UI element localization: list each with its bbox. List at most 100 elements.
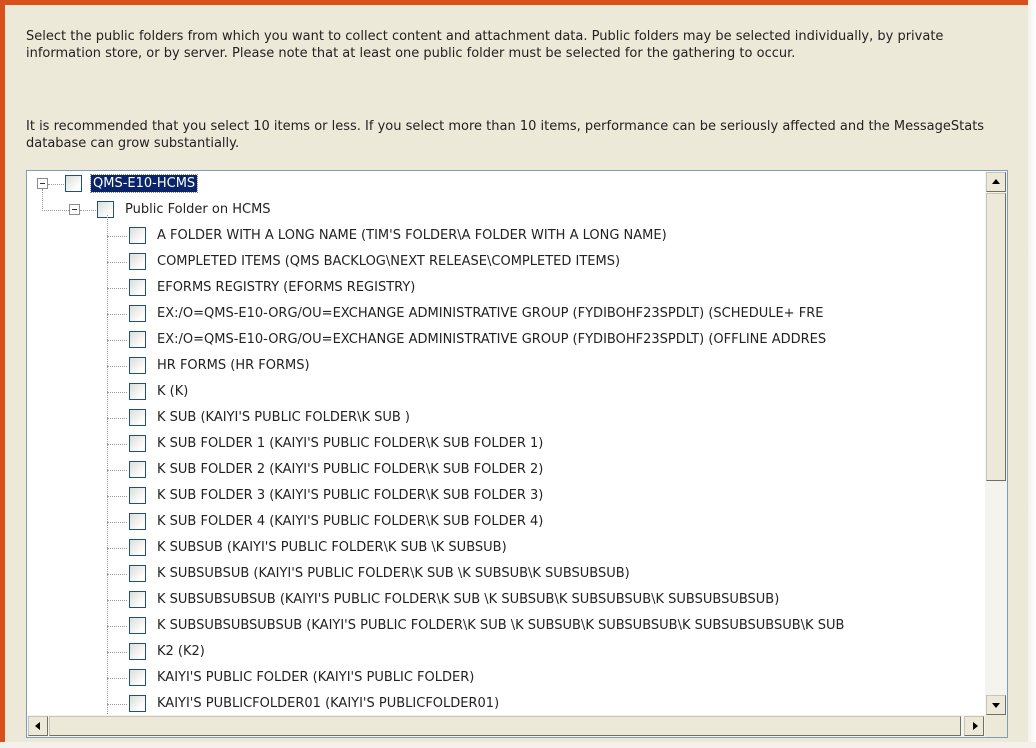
tree-connector bbox=[42, 210, 69, 211]
store-label[interactable]: Public Folder on HCMS bbox=[123, 201, 273, 218]
folder-label[interactable]: K SUBSUB (KAIYI'S PUBLIC FOLDER\K SUB \K… bbox=[155, 539, 509, 556]
tree-node-folder[interactable]: K SUB FOLDER 2 (KAIYI'S PUBLIC FOLDER\K … bbox=[27, 457, 985, 483]
folder-label[interactable]: EX:/O=QMS-E10-ORG/OU=EXCHANGE ADMINISTRA… bbox=[155, 331, 828, 348]
arrow-up-icon bbox=[992, 179, 1000, 184]
folder-checkbox[interactable] bbox=[129, 227, 146, 244]
tree-node-folder[interactable]: K SUB FOLDER 3 (KAIYI'S PUBLIC FOLDER\K … bbox=[27, 483, 985, 509]
folder-checkbox[interactable] bbox=[129, 513, 146, 530]
arrow-down-icon bbox=[992, 703, 1000, 708]
folder-label[interactable]: A FOLDER WITH A LONG NAME (TIM'S FOLDER\… bbox=[155, 227, 669, 244]
tree-connector bbox=[107, 626, 127, 627]
tree-connector bbox=[107, 678, 127, 679]
scrollbar-corner bbox=[985, 715, 1007, 737]
tree-node-folder[interactable]: KAIYI'S PUBLICFOLDER01 (KAIYI'S PUBLICFO… bbox=[27, 691, 985, 716]
folder-checkbox[interactable] bbox=[129, 461, 146, 478]
folder-label[interactable]: K SUB FOLDER 4 (KAIYI'S PUBLIC FOLDER\K … bbox=[155, 513, 545, 530]
tree-connector bbox=[107, 496, 127, 497]
collapse-icon[interactable] bbox=[37, 178, 48, 189]
folder-label[interactable]: K SUBSUBSUB (KAIYI'S PUBLIC FOLDER\K SUB… bbox=[155, 565, 632, 582]
instructions-paragraph-1: Select the public folders from which you… bbox=[26, 29, 944, 61]
tree-node-folder[interactable]: EFORMS REGISTRY (EFORMS REGISTRY) bbox=[27, 275, 985, 301]
folder-checkbox[interactable] bbox=[129, 591, 146, 608]
folder-checkbox[interactable] bbox=[129, 643, 146, 660]
arrow-right-icon bbox=[973, 722, 978, 730]
tree-connector bbox=[107, 418, 127, 419]
tree-connector bbox=[107, 470, 127, 471]
tree-node-folder[interactable]: K (K) bbox=[27, 379, 985, 405]
tree-node-folder[interactable]: K SUB (KAIYI'S PUBLIC FOLDER\K SUB ) bbox=[27, 405, 985, 431]
tree-connector bbox=[107, 704, 127, 705]
tree-node-folder[interactable]: EX:/O=QMS-E10-ORG/OU=EXCHANGE ADMINISTRA… bbox=[27, 301, 985, 327]
folder-label[interactable]: EFORMS REGISTRY (EFORMS REGISTRY) bbox=[155, 279, 417, 296]
scroll-down-button[interactable] bbox=[986, 695, 1006, 715]
folder-label[interactable]: K2 (K2) bbox=[155, 643, 207, 660]
folder-label[interactable]: K SUBSUBSUBSUB (KAIYI'S PUBLIC FOLDER\K … bbox=[155, 591, 781, 608]
tree-connector bbox=[107, 574, 127, 575]
folder-label[interactable]: COMPLETED ITEMS (QMS BACKLOG\NEXT RELEAS… bbox=[155, 253, 622, 270]
arrow-left-icon bbox=[35, 722, 40, 730]
folder-checkbox[interactable] bbox=[129, 435, 146, 452]
tree-connector bbox=[107, 652, 127, 653]
tree-connector bbox=[107, 262, 127, 263]
folder-label[interactable]: K SUB FOLDER 1 (KAIYI'S PUBLIC FOLDER\K … bbox=[155, 435, 545, 452]
scroll-up-button[interactable] bbox=[986, 172, 1006, 192]
tree-connector bbox=[107, 444, 127, 445]
tree-connector bbox=[107, 340, 127, 341]
tree-node-folder[interactable]: K SUBSUBSUBSUBSUB (KAIYI'S PUBLIC FOLDER… bbox=[27, 613, 985, 639]
tree-node-folder[interactable]: EX:/O=QMS-E10-ORG/OU=EXCHANGE ADMINISTRA… bbox=[27, 327, 985, 353]
store-checkbox[interactable] bbox=[97, 201, 114, 218]
folder-checkbox[interactable] bbox=[129, 305, 146, 322]
tree-connector bbox=[42, 189, 43, 211]
folder-checkbox[interactable] bbox=[129, 409, 146, 426]
scroll-left-button[interactable] bbox=[28, 716, 48, 736]
tree-connector bbox=[107, 236, 127, 237]
tree-node-server[interactable]: QMS-E10-HCMS bbox=[27, 171, 985, 197]
folder-checkbox[interactable] bbox=[129, 669, 146, 686]
tree-node-folder[interactable]: K SUBSUBSUBSUB (KAIYI'S PUBLIC FOLDER\K … bbox=[27, 587, 985, 613]
tree-node-folder[interactable]: K SUBSUBSUB (KAIYI'S PUBLIC FOLDER\K SUB… bbox=[27, 561, 985, 587]
folder-checkbox[interactable] bbox=[129, 383, 146, 400]
collapse-icon[interactable] bbox=[69, 204, 80, 215]
vertical-scroll-thumb[interactable] bbox=[986, 193, 1006, 481]
folder-label[interactable]: HR FORMS (HR FORMS) bbox=[155, 357, 312, 374]
tree-node-folder[interactable]: K SUBSUB (KAIYI'S PUBLIC FOLDER\K SUB \K… bbox=[27, 535, 985, 561]
folder-label[interactable]: K (K) bbox=[155, 383, 190, 400]
tree-node-folder[interactable]: K SUB FOLDER 4 (KAIYI'S PUBLIC FOLDER\K … bbox=[27, 509, 985, 535]
tree-node-folder[interactable]: KAIYI'S PUBLIC FOLDER (KAIYI'S PUBLIC FO… bbox=[27, 665, 985, 691]
server-label[interactable]: QMS-E10-HCMS bbox=[89, 174, 199, 193]
vertical-scrollbar[interactable] bbox=[985, 171, 1007, 716]
folder-checkbox[interactable] bbox=[129, 617, 146, 634]
folder-checkbox[interactable] bbox=[129, 279, 146, 296]
horizontal-scroll-thumb[interactable] bbox=[49, 716, 961, 736]
folder-label[interactable]: KAIYI'S PUBLIC FOLDER (KAIYI'S PUBLIC FO… bbox=[155, 669, 476, 686]
scroll-right-button[interactable] bbox=[964, 716, 984, 736]
tree-node-folder[interactable]: K2 (K2) bbox=[27, 639, 985, 665]
tree-node-folder[interactable]: COMPLETED ITEMS (QMS BACKLOG\NEXT RELEAS… bbox=[27, 249, 985, 275]
tree-connector bbox=[107, 600, 127, 601]
folder-label[interactable]: EX:/O=QMS-E10-ORG/OU=EXCHANGE ADMINISTRA… bbox=[155, 305, 825, 322]
tree-connector bbox=[107, 548, 127, 549]
tree-connector bbox=[107, 522, 127, 523]
folder-checkbox[interactable] bbox=[129, 253, 146, 270]
folder-checkbox[interactable] bbox=[129, 565, 146, 582]
folder-checkbox[interactable] bbox=[129, 357, 146, 374]
folder-checkbox[interactable] bbox=[129, 695, 146, 712]
folder-checkbox[interactable] bbox=[129, 539, 146, 556]
folder-checkbox[interactable] bbox=[129, 331, 146, 348]
tree-node-folder[interactable]: A FOLDER WITH A LONG NAME (TIM'S FOLDER\… bbox=[27, 223, 985, 249]
tree-node-store[interactable]: Public Folder on HCMS bbox=[27, 197, 985, 223]
folder-label[interactable]: K SUB FOLDER 2 (KAIYI'S PUBLIC FOLDER\K … bbox=[155, 461, 545, 478]
tree-node-folder[interactable]: K SUB FOLDER 1 (KAIYI'S PUBLIC FOLDER\K … bbox=[27, 431, 985, 457]
tree-rows: QMS-E10-HCMS Public Folder on HCMS A FOL… bbox=[27, 171, 985, 716]
folder-label[interactable]: K SUBSUBSUBSUBSUB (KAIYI'S PUBLIC FOLDER… bbox=[155, 617, 846, 634]
folder-checkbox[interactable] bbox=[129, 487, 146, 504]
tree-connector bbox=[107, 392, 127, 393]
folder-label[interactable]: K SUB (KAIYI'S PUBLIC FOLDER\K SUB ) bbox=[155, 409, 412, 426]
tree-connector bbox=[107, 314, 127, 315]
public-folder-tree[interactable]: QMS-E10-HCMS Public Folder on HCMS A FOL… bbox=[26, 170, 1008, 738]
folder-label[interactable]: K SUB FOLDER 3 (KAIYI'S PUBLIC FOLDER\K … bbox=[155, 487, 545, 504]
horizontal-scrollbar[interactable] bbox=[27, 715, 985, 737]
folder-label[interactable]: KAIYI'S PUBLICFOLDER01 (KAIYI'S PUBLICFO… bbox=[155, 695, 501, 712]
tree-node-folder[interactable]: HR FORMS (HR FORMS) bbox=[27, 353, 985, 379]
server-checkbox[interactable] bbox=[65, 175, 82, 192]
